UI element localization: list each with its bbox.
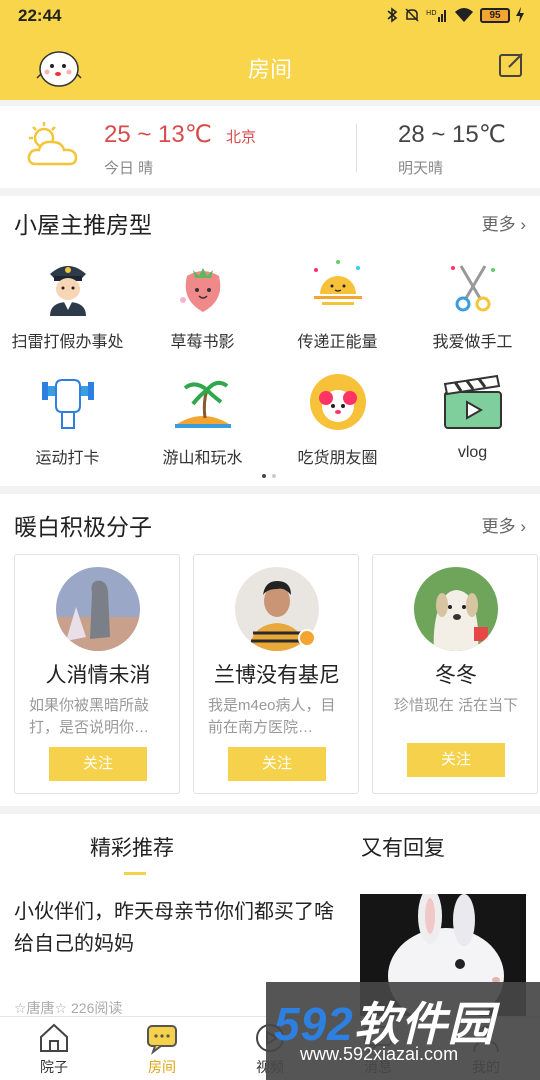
tomorrow-weather-label: 明天晴 — [398, 160, 444, 177]
room-type-item[interactable]: 运动打卡 — [0, 372, 135, 468]
follow-button[interactable]: 关注 — [228, 747, 326, 781]
room-type-item[interactable]: 扫雷打假办事处 — [0, 256, 135, 352]
hd-signal-icon: HD — [426, 9, 446, 22]
nav-item-yard[interactable]: 院子 — [24, 1021, 84, 1077]
palm-island-icon — [174, 380, 231, 428]
room-type-label: 游山和玩水 — [162, 450, 243, 467]
member-card[interactable]: 冬冬 珍惜现在 活在当下 关注 — [372, 554, 538, 794]
member-description: 珍惜现在 活在当下 — [393, 697, 519, 714]
watermark-url: www.592xiazai.com — [300, 1044, 459, 1064]
member-name: 冬冬 — [435, 664, 477, 687]
tomorrow-temperature: 28 ~ 15℃ — [398, 121, 506, 148]
room-type-item[interactable]: 我爱做手工 — [405, 256, 540, 352]
status-time: 22:44 — [18, 6, 62, 25]
follow-button[interactable]: 关注 — [407, 743, 505, 777]
more-members-link[interactable]: 更多 › — [482, 512, 526, 537]
room-type-item[interactable]: vlog — [405, 372, 540, 462]
edit-icon[interactable] — [498, 52, 524, 78]
member-description: 如果你被黑暗所敲打，是否说明你… — [29, 697, 150, 736]
chevron-right-icon: › — [515, 215, 526, 234]
more-rooms-link[interactable]: 更多 › — [482, 210, 526, 235]
member-name: 人消情未消 — [45, 664, 151, 687]
foodie-avatar-icon — [309, 374, 366, 430]
chat-bubble-icon — [147, 1025, 177, 1055]
avatar[interactable] — [414, 567, 498, 651]
chevron-right-icon: › — [515, 517, 526, 536]
room-types-section: 小屋主推房型 更多 › 扫雷打假办事处 草莓书影 传递正能量 我爱做手工 运动打… — [0, 196, 540, 486]
verified-badge-icon — [298, 629, 316, 647]
weather-card[interactable]: 25 ~ 13℃ 北京 今日 晴 28 ~ 15℃ 明天晴 — [0, 106, 540, 188]
tab-recommended[interactable]: 精彩推荐 — [90, 832, 174, 862]
room-type-item[interactable]: 吃货朋友圈 — [270, 372, 405, 468]
sun-cloud-icon — [27, 122, 78, 166]
room-type-item[interactable]: 草莓书影 — [135, 256, 270, 352]
room-type-item[interactable]: 传递正能量 — [270, 256, 405, 352]
member-card[interactable]: 人消情未消 如果你被黑暗所敲打，是否说明你… 关注 — [14, 554, 180, 794]
member-name: 兰博没有基尼 — [214, 664, 340, 687]
member-description: 我是m4eo病人，目前在南方医院… — [208, 697, 336, 736]
active-tab-indicator — [124, 872, 146, 875]
page-dot-active — [262, 474, 266, 478]
section-title-rooms: 小屋主推房型 — [14, 212, 152, 238]
more-label: 更多 — [481, 517, 516, 536]
member-card[interactable]: 兰博没有基尼 我是m4eo病人，目前在南方医院… 关注 — [193, 554, 359, 794]
article-title[interactable]: 小伙伴们，昨天母亲节你们都买了啥给自己的妈妈 — [14, 896, 350, 960]
wifi-icon — [455, 8, 473, 22]
follow-button[interactable]: 关注 — [49, 747, 147, 781]
room-type-label: 吃货朋友圈 — [297, 450, 378, 467]
site-watermark: 592软件园 www.592xiazai.com — [266, 982, 540, 1080]
today-weather-label: 今日 晴 — [104, 160, 154, 177]
page-title: 房间 — [247, 57, 292, 82]
nav-item-room[interactable]: 房间 — [132, 1021, 192, 1077]
room-type-label: vlog — [457, 444, 488, 461]
room-type-label: 传递正能量 — [297, 334, 378, 351]
battery-icon: 95 — [480, 7, 510, 23]
mute-icon — [405, 8, 419, 22]
active-members-section: 暖白积极分子 更多 › 人消情未消 如果你被黑暗所敲打，是否说明你… 关注 兰博… — [0, 494, 540, 806]
section-title-members: 暖白积极分子 — [14, 514, 152, 540]
weather-divider — [356, 124, 357, 172]
fist-dumbbell-icon — [41, 379, 94, 429]
police-officer-icon — [49, 266, 86, 316]
room-type-label: 扫雷打假办事处 — [11, 334, 124, 351]
watermark-number: 592 — [274, 998, 354, 1050]
room-type-label: 草莓书影 — [170, 334, 235, 351]
article-meta: ☆唐唐☆ 226阅读 — [14, 1000, 123, 1016]
room-type-label: 运动打卡 — [35, 450, 100, 467]
charging-icon — [516, 7, 524, 23]
page-indicator — [262, 474, 276, 478]
svg-text:HD: HD — [426, 9, 437, 17]
clapperboard-icon — [443, 374, 502, 429]
tab-replies[interactable]: 又有回复 — [361, 832, 445, 862]
more-label: 更多 — [481, 215, 516, 234]
weather-city: 北京 — [226, 129, 257, 146]
room-type-label: 我爱做手工 — [432, 334, 513, 351]
today-temperature: 25 ~ 13℃ — [104, 121, 212, 148]
app-header: 22:44 HD 95 房间 — [0, 0, 540, 100]
watermark-text: 软件园 — [353, 998, 495, 1050]
nav-label: 房间 — [148, 1059, 176, 1075]
strawberry-icon — [179, 268, 220, 312]
avatar[interactable] — [56, 567, 140, 651]
nav-label: 院子 — [40, 1059, 68, 1075]
scissors-icon — [450, 265, 495, 312]
sunrise-icon — [313, 260, 362, 305]
house-icon — [40, 1023, 68, 1052]
page-dot — [272, 474, 276, 478]
room-type-item[interactable]: 游山和玩水 — [135, 372, 270, 468]
status-bar: 22:44 HD 95 — [0, 0, 540, 34]
status-icons: HD 95 — [386, 7, 524, 23]
bluetooth-icon — [387, 7, 398, 23]
